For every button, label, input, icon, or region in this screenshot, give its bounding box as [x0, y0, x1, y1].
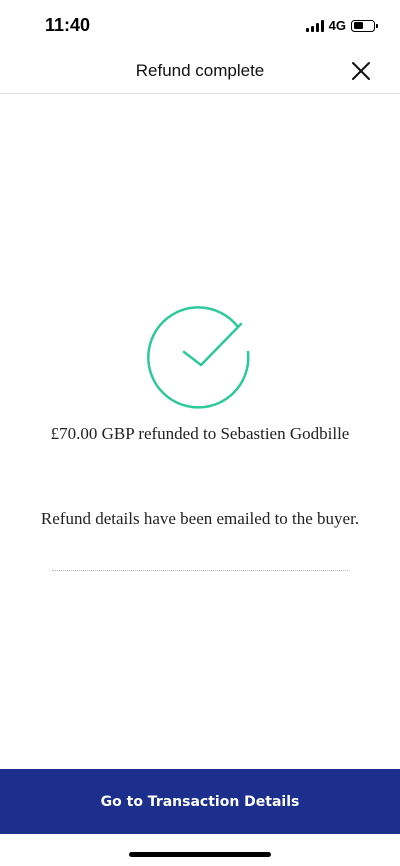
- status-icons: 4G: [305, 18, 378, 33]
- go-to-transaction-details-button[interactable]: Go to Transaction Details: [0, 769, 400, 834]
- email-message: Refund details have been emailed to the …: [40, 509, 360, 528]
- page-title: Refund complete: [135, 61, 265, 80]
- close-icon: [352, 62, 370, 80]
- check-circle-icon: [147, 306, 250, 409]
- network-label: 4G: [328, 18, 346, 33]
- status-time: 11:40: [45, 15, 91, 35]
- header: Refund complete: [0, 50, 400, 94]
- home-indicator: [129, 852, 271, 857]
- signal-icon: [305, 19, 324, 32]
- divider: [52, 570, 348, 571]
- status-bar: 11:40 4G: [0, 0, 400, 50]
- battery-icon: [351, 19, 378, 32]
- refund-message: £70.00 GBP refunded to Sebastien Godbill…: [50, 424, 350, 443]
- close-button[interactable]: [350, 60, 372, 82]
